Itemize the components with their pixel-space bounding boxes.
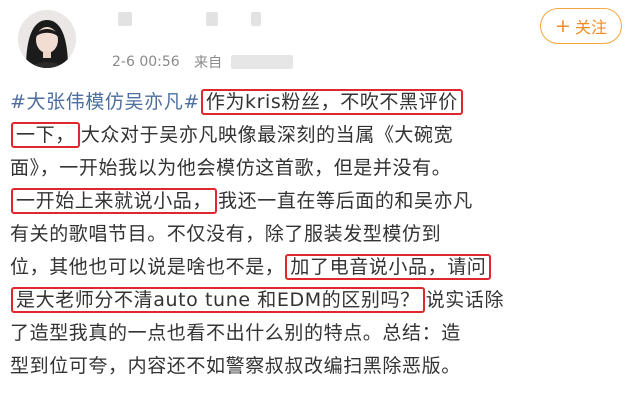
highlighted-text: 是大老师分不清auto tune 和EDM的区别吗？ bbox=[11, 287, 425, 313]
avatar-image bbox=[18, 10, 76, 68]
post-text: 位，其他也可以说是啥也不是， bbox=[10, 256, 285, 278]
post-line: 一下， 大众对于吴亦凡映像最深刻的当属《大碗宽 bbox=[10, 119, 635, 152]
highlighted-text: 加了电音说小品，请问 bbox=[285, 254, 492, 280]
post-line: #大张伟模仿吴亦凡# 作为kris粉丝，不吹不黑评价 bbox=[10, 86, 635, 119]
post-line: 面》，一开始我以为他会模仿这首歌，但是并没有。 bbox=[10, 152, 635, 185]
avatar[interactable] bbox=[18, 10, 76, 68]
follow-button-label: 关注 bbox=[574, 18, 607, 37]
highlighted-text: 一开始上来就说小品， bbox=[11, 188, 218, 214]
username-blurred-part bbox=[206, 12, 218, 26]
plus-icon: + bbox=[555, 14, 571, 37]
post-meta: 2-6 00:56 来自 bbox=[112, 52, 293, 72]
highlighted-text: 一下， bbox=[11, 122, 80, 148]
post-line: 一开始上来就说小品， 我还一直在等后面的和吴亦凡 bbox=[10, 185, 635, 218]
post-line: 型到位可夸，内容还不如警察叔叔改编扫黑除恶版。 bbox=[10, 350, 635, 383]
post-source-blurred[interactable] bbox=[230, 55, 293, 69]
topic-hashtag-link[interactable]: #大张伟模仿吴亦凡# bbox=[10, 91, 200, 113]
username-blurred-part bbox=[251, 12, 261, 26]
post-line: 有关的歌唱节目。不仅没有，除了服装发型模仿到 bbox=[10, 218, 635, 251]
post-text: 有关的歌唱节目。不仅没有，除了服装发型模仿到 bbox=[10, 223, 442, 245]
post-text: 了造型我真的一点也看不出什么别的特点。总结：造 bbox=[10, 322, 461, 344]
post-line: 位，其他也可以说是啥也不是， 加了电音说小品，请问 bbox=[10, 251, 635, 284]
post-text: 大众对于吴亦凡映像最深刻的当属《大碗宽 bbox=[80, 124, 454, 146]
post-source-prefix: 来自 bbox=[194, 55, 223, 71]
post-header: 2-6 00:56 来自 + 关注 bbox=[0, 0, 641, 90]
post-line: 了造型我真的一点也看不出什么别的特点。总结：造 bbox=[10, 317, 635, 350]
post-line: 是大老师分不清auto tune 和EDM的区别吗？ 说实话除 bbox=[10, 284, 635, 317]
highlighted-text: 作为kris粉丝，不吹不黑评价 bbox=[200, 89, 463, 115]
post-text: 说实话除 bbox=[425, 289, 505, 311]
post-body: #大张伟模仿吴亦凡# 作为kris粉丝，不吹不黑评价 一下， 大众对于吴亦凡映像最深… bbox=[10, 86, 635, 383]
post-text: 我还一直在等后面的和吴亦凡 bbox=[218, 190, 473, 212]
post-text: 面》，一开始我以为他会模仿这首歌，但是并没有。 bbox=[10, 157, 452, 179]
post-timestamp: 2-6 00:56 bbox=[112, 54, 180, 70]
follow-button[interactable]: + 关注 bbox=[540, 8, 622, 44]
username-blurred[interactable] bbox=[118, 12, 132, 26]
post-text: 型到位可夸，内容还不如警察叔叔改编扫黑除恶版。 bbox=[10, 355, 461, 377]
